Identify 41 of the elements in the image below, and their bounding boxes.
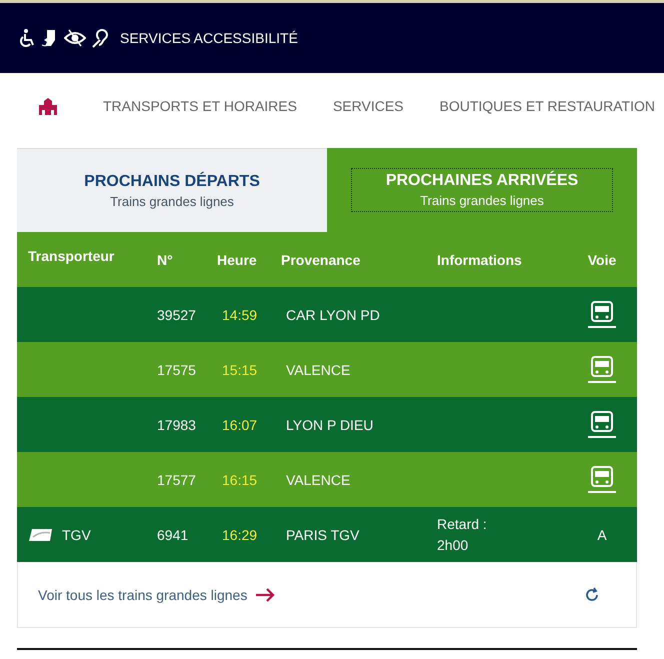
wheelchair-icon[interactable] (18, 28, 36, 48)
table-cell-text: LYON P DIEU (285, 416, 374, 432)
eye-icon[interactable] (64, 28, 86, 48)
station-icon[interactable] (37, 97, 59, 115)
table-cell-text: 17575 (157, 362, 197, 378)
bus-icon (587, 466, 617, 494)
carrier-logo-icon (28, 528, 54, 542)
nav-link[interactable]: BOUTIQUES ET RESTAURATION (440, 98, 655, 114)
nav-link[interactable]: TRANSPORTS ET HORAIRES (103, 98, 297, 114)
column-header: Provenance (281, 252, 362, 268)
accessibility-link[interactable]: SERVICES ACCESSIBILITÉ (120, 30, 298, 46)
tab[interactable]: PROCHAINS DÉPARTS Trains grandes lignes (17, 148, 327, 232)
table-cell-text: PARIS TGV (285, 526, 360, 542)
all-trains-link[interactable]: Voir tous les trains grandes lignes (38, 586, 248, 602)
column-header: Voie (588, 252, 616, 268)
column-header: Heure (217, 252, 258, 268)
column-header: N° (157, 252, 174, 268)
bus-icon (587, 356, 617, 384)
time-cell-text: 16:07 (221, 416, 258, 432)
time-cell-text: 15:15 (221, 362, 258, 378)
arrow-right-icon[interactable] (255, 588, 276, 602)
bus-icon (587, 410, 617, 438)
time-cell-text: 14:59 (221, 306, 258, 322)
table-cell-text: 17577 (157, 472, 197, 488)
table-cell-text: 17983 (157, 416, 197, 432)
ear-icon[interactable] (91, 28, 111, 48)
table-cell-text: CAR LYON PD (285, 306, 381, 322)
delay-info: Retard : 2h00 (437, 514, 488, 554)
table-cell-text: VALENCE (285, 472, 352, 488)
time-cell-text: 16:29 (221, 526, 258, 542)
nav-link[interactable]: SERVICES (332, 98, 404, 114)
table-cell-text: VALENCE (285, 362, 352, 378)
column-header: Transporteur (28, 248, 116, 264)
table-cell-text: 6941 (157, 526, 190, 542)
table-cell: TGV (62, 526, 91, 542)
column-header: Informations (437, 252, 523, 268)
bus-icon (587, 300, 617, 328)
time-cell-text: 16:15 (221, 472, 258, 488)
refresh-icon[interactable] (584, 586, 600, 602)
table-cell: A (597, 526, 607, 542)
table-cell-text: 39527 (157, 306, 197, 322)
